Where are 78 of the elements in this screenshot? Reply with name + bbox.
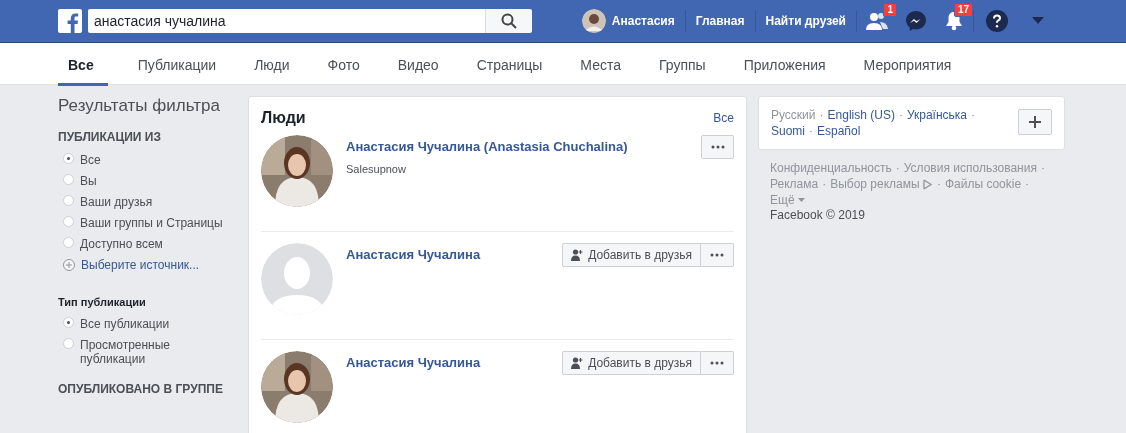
tab[interactable]: Люди xyxy=(254,43,290,86)
section-heading: Тип публикации xyxy=(58,296,147,308)
radio-button[interactable] xyxy=(63,237,74,248)
tab[interactable]: Мероприятия xyxy=(863,43,952,86)
choose-source-link[interactable]: Выберите источник... xyxy=(58,255,236,276)
add-person-icon xyxy=(571,249,584,261)
search-field[interactable]: анастасия чучалина xyxy=(88,9,485,33)
radio-button[interactable] xyxy=(63,174,74,185)
tab[interactable]: Все xyxy=(58,43,108,86)
person-subtitle: Salesupnow xyxy=(346,163,406,175)
radio-option[interactable]: Просмотренные публикации xyxy=(58,335,236,370)
more-icon xyxy=(710,361,724,365)
radio-button[interactable] xyxy=(63,216,74,227)
search-button[interactable] xyxy=(485,9,532,33)
messenger-icon xyxy=(906,11,926,31)
radio-button[interactable] xyxy=(63,317,74,328)
separator: · xyxy=(809,123,813,139)
radio-option[interactable]: Все публикации xyxy=(58,314,236,335)
radio-option[interactable]: Ваши группы и Страницы xyxy=(58,213,236,234)
add-language-button[interactable] xyxy=(1018,109,1052,135)
more-button[interactable] xyxy=(701,351,734,375)
tab[interactable]: Фото xyxy=(327,43,360,86)
more-button[interactable] xyxy=(701,135,734,159)
separator: · xyxy=(971,107,975,123)
tab[interactable]: Страницы xyxy=(476,43,543,86)
radio-option[interactable]: Доступно всем xyxy=(58,234,236,255)
more-button[interactable] xyxy=(701,243,734,267)
caret-icon xyxy=(797,198,805,202)
radio-option[interactable]: Ваши друзья xyxy=(58,192,236,213)
notification-badge: 17 xyxy=(953,3,973,17)
separator: · xyxy=(819,107,824,123)
section-heading: ОПУБЛИКОВАНО В ГРУППЕ xyxy=(58,382,224,396)
plus-circle-icon xyxy=(63,259,75,271)
radio-button[interactable] xyxy=(63,195,74,206)
add-friend-button[interactable]: Добавить в друзья xyxy=(562,351,701,375)
nav-link[interactable]: Главная xyxy=(685,14,755,28)
tab[interactable]: Видео xyxy=(397,43,439,86)
profile-link[interactable]: Анастасия xyxy=(571,9,685,33)
language-link[interactable]: Suomi xyxy=(771,123,805,139)
radio-option[interactable]: Вы xyxy=(58,171,236,192)
person-name-link[interactable]: Анастасия Чучалина xyxy=(346,355,481,370)
language-link[interactable]: Español xyxy=(817,123,861,139)
tab[interactable]: Группы xyxy=(659,43,706,86)
radio-option[interactable]: Все xyxy=(58,150,236,171)
help-icon[interactable] xyxy=(986,10,1008,32)
search-icon xyxy=(501,13,517,29)
radio-button[interactable] xyxy=(63,338,74,349)
tab[interactable]: Публикации xyxy=(137,43,217,86)
copyright-text: Facebook © 2019 xyxy=(769,208,866,222)
separator: · xyxy=(822,176,827,192)
person-name-link[interactable]: Анастасия Чучалина xyxy=(346,247,481,262)
notification-badge: 1 xyxy=(883,3,897,17)
filter-title: Результаты фильтра xyxy=(58,96,221,116)
tab[interactable]: Приложения xyxy=(743,43,826,86)
add-person-icon xyxy=(571,357,584,369)
nav-link[interactable]: Найти друзей xyxy=(755,14,856,28)
separator: · xyxy=(936,176,941,192)
separator: · xyxy=(1040,160,1045,176)
more-icon xyxy=(710,145,725,149)
more-icon xyxy=(710,253,724,257)
tab[interactable]: Места xyxy=(580,43,621,86)
people-icon xyxy=(866,11,888,31)
add-friend-button[interactable]: Добавить в друзья xyxy=(562,243,701,267)
plus-icon xyxy=(1029,116,1041,128)
person-name-link[interactable]: Анастасия Чучалина (Anastasia Chuchalina) xyxy=(346,139,628,154)
radio-button[interactable] xyxy=(63,153,74,164)
language-link[interactable]: Українська xyxy=(906,107,967,123)
dropdown-caret-icon[interactable] xyxy=(1032,17,1044,25)
separator: · xyxy=(1025,176,1030,192)
logo-icon[interactable] xyxy=(58,9,82,33)
separator: · xyxy=(898,107,903,123)
language-link[interactable]: English (US) xyxy=(827,107,895,123)
ad-choices-icon xyxy=(922,178,933,190)
separator: · xyxy=(895,160,900,176)
section-heading: ПУБЛИКАЦИИ ИЗ xyxy=(58,130,162,144)
card-title: Люди xyxy=(261,109,306,127)
current-language: Русский xyxy=(771,107,816,123)
see-all-link[interactable]: Все xyxy=(713,111,734,125)
